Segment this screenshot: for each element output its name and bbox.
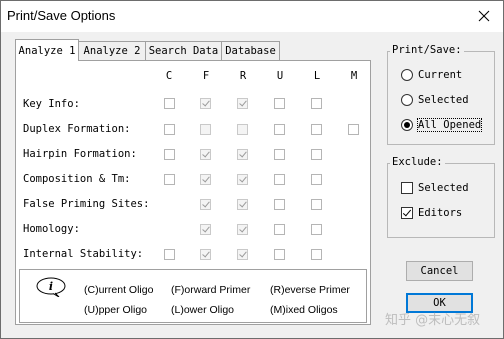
row-label-internal-stability: Internal Stability: [23, 248, 144, 260]
checkbox-m-row-2[interactable] [348, 124, 359, 135]
legend-lower-oligo: (L)ower Oligo [171, 304, 235, 316]
radio-current[interactable] [401, 69, 413, 81]
checkbox-f-row-4 [200, 174, 211, 185]
exclude-selected-checkbox[interactable] [401, 182, 413, 194]
checkbox-c-row-3[interactable] [164, 149, 175, 160]
checkbox-u-row-4[interactable] [274, 174, 285, 185]
tab-label: Search Data [148, 45, 219, 57]
radio-all-opened-label: All Opened [416, 118, 483, 132]
print-save-dialog: Print/Save Options Analyze 1 Analyze 2 S… [0, 0, 504, 339]
radio-selected-label: Selected [418, 94, 469, 106]
checkbox-l-row-3[interactable] [311, 149, 322, 160]
legend-reverse-primer: (R)everse Primer [270, 284, 350, 296]
checkbox-u-row-3[interactable] [274, 149, 285, 160]
column-header-l: L [313, 70, 321, 82]
checkbox-r-row-4 [237, 174, 248, 185]
legend-mixed-oligos: (M)ixed Oligos [270, 304, 338, 316]
row-label-duplex-formation: Duplex Formation: [23, 123, 131, 135]
checkbox-r-row-6 [237, 224, 248, 235]
row-label-key-info: Key Info: [23, 98, 80, 110]
tab-label: Analyze 1 [18, 44, 76, 57]
column-header-u: U [276, 70, 284, 82]
tab-database[interactable]: Database [221, 41, 280, 60]
checkbox-f-row-6 [200, 224, 211, 235]
column-header-c: C [165, 70, 173, 82]
checkbox-u-row-6[interactable] [274, 224, 285, 235]
tab-label: Analyze 2 [83, 45, 141, 57]
tab-search-data[interactable]: Search Data [145, 41, 222, 60]
exclude-selected-label: Selected [418, 182, 469, 194]
checkbox-c-row-1[interactable] [164, 98, 175, 109]
watermark: 知乎 @末心无叙 [385, 313, 481, 328]
row-label-false-priming-sites: False Priming Sites: [23, 198, 150, 210]
checkbox-l-row-1[interactable] [311, 98, 322, 109]
tab-label: Database [225, 45, 276, 57]
checkbox-l-row-7[interactable] [311, 249, 322, 260]
window-title: Print/Save Options [7, 8, 116, 23]
checkbox-f-row-3 [200, 149, 211, 160]
close-button[interactable] [465, 1, 503, 31]
exclude-group-title: Exclude: [390, 156, 445, 168]
ok-button-label: OK [433, 297, 446, 309]
exclude-editors-checkbox[interactable] [401, 207, 413, 219]
tab-analyze-2[interactable]: Analyze 2 [78, 41, 146, 60]
checkbox-f-row-7 [200, 249, 211, 260]
checkbox-r-row-5 [237, 199, 248, 210]
column-header-f: F [202, 70, 210, 82]
radio-current-label: Current [418, 69, 463, 81]
checkbox-c-row-4[interactable] [164, 174, 175, 185]
checkbox-r-row-1 [237, 98, 248, 109]
row-label-composition-tm: Composition & Tm: [23, 173, 131, 185]
checkbox-l-row-6[interactable] [311, 224, 322, 235]
title-bar: Print/Save Options [1, 1, 503, 32]
column-header-r: R [239, 70, 247, 82]
checkbox-f-row-5 [200, 199, 211, 210]
checkbox-u-row-7[interactable] [274, 249, 285, 260]
print-save-group-title: Print/Save: [390, 44, 464, 56]
checkbox-c-row-2[interactable] [164, 124, 175, 135]
checkbox-l-row-5[interactable] [311, 199, 322, 210]
checkbox-f-row-2 [200, 124, 211, 135]
info-icon-letter: i [49, 280, 53, 293]
column-header-m: M [350, 70, 358, 82]
checkbox-f-row-1 [200, 98, 211, 109]
checkbox-u-row-5[interactable] [274, 199, 285, 210]
row-label-homology: Homology: [23, 223, 80, 235]
legend-upper-oligo: (U)pper Oligo [84, 304, 148, 316]
tab-analyze-1[interactable]: Analyze 1 [15, 39, 79, 61]
row-label-hairpin-formation: Hairpin Formation: [23, 148, 137, 160]
legend-forward-primer: (F)orward Primer [171, 284, 251, 296]
info-icon: i [36, 277, 66, 297]
checkbox-c-row-7[interactable] [164, 249, 175, 260]
checkbox-u-row-1[interactable] [274, 98, 285, 109]
radio-selected[interactable] [401, 94, 413, 106]
checkbox-r-row-7 [237, 249, 248, 260]
cancel-button-label: Cancel [420, 265, 459, 277]
checkbox-r-row-2 [237, 124, 248, 135]
checkbox-r-row-3 [237, 149, 248, 160]
exclude-group [387, 163, 495, 238]
checkbox-l-row-2[interactable] [311, 124, 322, 135]
legend-current-oligo: (C)urrent Oligo [84, 284, 154, 296]
checkbox-l-row-4[interactable] [311, 174, 322, 185]
radio-all-opened[interactable] [401, 119, 413, 131]
exclude-editors-label: Editors [418, 207, 463, 219]
close-icon [478, 10, 490, 22]
checkbox-u-row-2[interactable] [274, 124, 285, 135]
cancel-button[interactable]: Cancel [406, 261, 473, 281]
